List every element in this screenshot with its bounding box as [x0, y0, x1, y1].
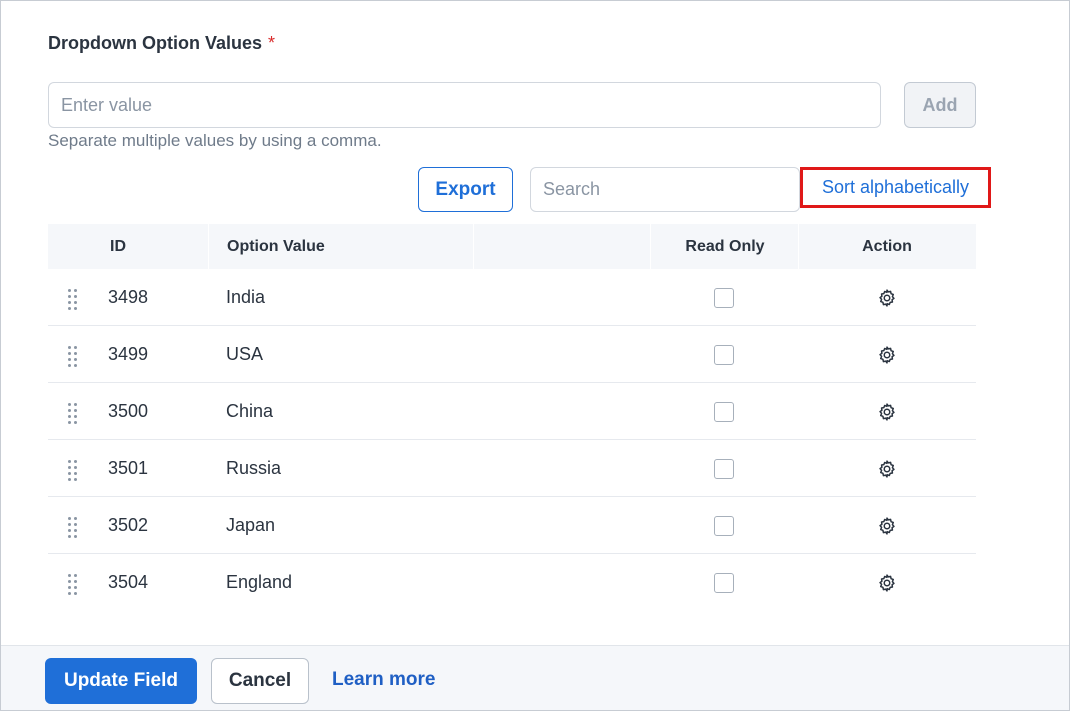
column-header-action: Action: [862, 237, 912, 255]
table-header: ID Option Value Read Only Action: [48, 224, 976, 269]
search-input[interactable]: [530, 167, 800, 212]
drag-handle-icon[interactable]: [68, 403, 82, 424]
field-label: Dropdown Option Values *: [48, 33, 275, 54]
value-input[interactable]: [48, 82, 881, 128]
table-body: 3498 India 3499 USA 3500 China 3501 Russ…: [48, 269, 976, 611]
add-button[interactable]: Add: [904, 82, 976, 128]
gear-icon[interactable]: [877, 402, 897, 422]
gear-icon[interactable]: [877, 516, 897, 536]
table-row: 3500 China: [48, 383, 976, 440]
read-only-checkbox[interactable]: [714, 288, 734, 308]
column-divider: [473, 224, 474, 269]
options-table: ID Option Value Read Only Action 3498 In…: [48, 224, 976, 611]
gear-icon[interactable]: [877, 345, 897, 365]
table-row: 3501 Russia: [48, 440, 976, 497]
column-header-option-value: Option Value: [227, 237, 325, 255]
row-option-value: China: [226, 401, 274, 421]
column-header-read-only: Read Only: [685, 237, 765, 255]
read-only-checkbox[interactable]: [714, 573, 734, 593]
learn-more-link[interactable]: Learn more: [332, 669, 435, 691]
drag-handle-icon[interactable]: [68, 460, 82, 481]
table-row: 3498 India: [48, 269, 976, 326]
required-mark: *: [268, 33, 276, 53]
row-id: 3502: [108, 515, 149, 535]
field-label-text: Dropdown Option Values: [48, 33, 263, 53]
row-option-value: Japan: [226, 515, 276, 535]
row-id: 3504: [108, 572, 149, 592]
table-row: 3504 England: [48, 554, 976, 611]
sort-alphabetically-link[interactable]: Sort alphabetically: [800, 167, 991, 208]
row-id: 3498: [108, 287, 149, 307]
gear-icon[interactable]: [877, 459, 897, 479]
separator-hint: Separate multiple values by using a comm…: [48, 131, 382, 150]
drag-handle-icon[interactable]: [68, 346, 82, 367]
export-button[interactable]: Export: [418, 167, 513, 212]
row-option-value: India: [226, 287, 266, 307]
read-only-checkbox[interactable]: [714, 402, 734, 422]
read-only-checkbox[interactable]: [714, 516, 734, 536]
row-id: 3499: [108, 344, 149, 364]
drag-handle-icon[interactable]: [68, 289, 82, 310]
row-id: 3500: [108, 401, 149, 421]
gear-icon[interactable]: [877, 573, 897, 593]
row-option-value: Russia: [226, 458, 282, 478]
row-id: 3501: [108, 458, 149, 478]
drag-handle-icon[interactable]: [68, 574, 82, 595]
column-divider: [208, 224, 209, 269]
column-header-id: ID: [110, 237, 126, 255]
table-row: 3502 Japan: [48, 497, 976, 554]
row-option-value: USA: [226, 344, 264, 364]
row-option-value: England: [226, 572, 293, 592]
read-only-checkbox[interactable]: [714, 345, 734, 365]
cancel-button[interactable]: Cancel: [211, 658, 309, 704]
read-only-checkbox[interactable]: [714, 459, 734, 479]
gear-icon[interactable]: [877, 288, 897, 308]
update-field-button[interactable]: Update Field: [45, 658, 197, 704]
table-row: 3499 USA: [48, 326, 976, 383]
drag-handle-icon[interactable]: [68, 517, 82, 538]
